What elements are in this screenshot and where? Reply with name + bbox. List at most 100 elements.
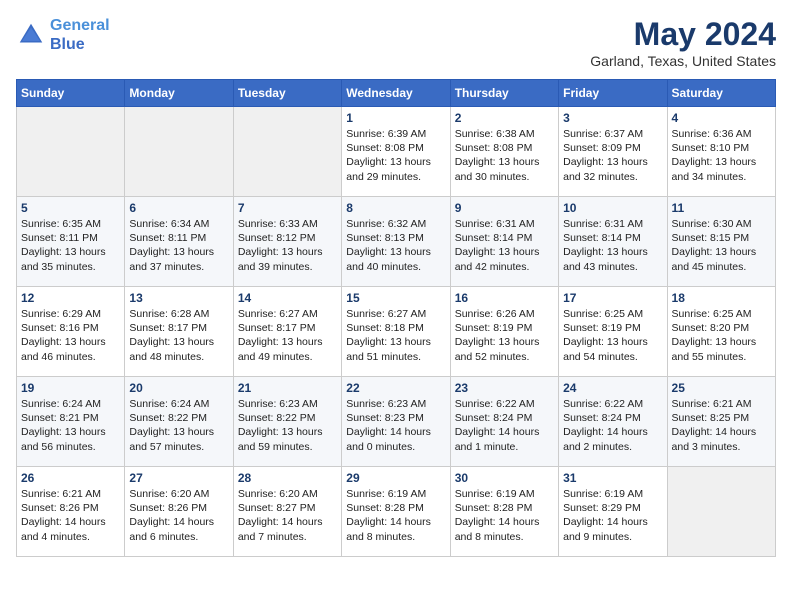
day-cell: 24 Sunrise: 6:22 AMSunset: 8:24 PMDayligh… bbox=[559, 377, 667, 467]
day-info: Sunrise: 6:19 AMSunset: 8:28 PMDaylight:… bbox=[346, 487, 445, 544]
day-number: 19 bbox=[21, 381, 120, 395]
day-cell: 29 Sunrise: 6:19 AMSunset: 8:28 PMDayligh… bbox=[342, 467, 450, 557]
day-cell: 25 Sunrise: 6:21 AMSunset: 8:25 PMDayligh… bbox=[667, 377, 775, 467]
day-number: 25 bbox=[672, 381, 771, 395]
day-number: 15 bbox=[346, 291, 445, 305]
day-number: 16 bbox=[455, 291, 554, 305]
day-cell: 1Sunrise: 6:39 AMSunset: 8:08 PMDaylight… bbox=[342, 107, 450, 197]
day-cell: 10 Sunrise: 6:31 AMSunset: 8:14 PMDayligh… bbox=[559, 197, 667, 287]
day-cell: 16 Sunrise: 6:26 AMSunset: 8:19 PMDayligh… bbox=[450, 287, 558, 377]
day-cell: 8 Sunrise: 6:32 AMSunset: 8:13 PMDaylight… bbox=[342, 197, 450, 287]
logo: General Blue bbox=[16, 16, 110, 54]
day-info: Sunrise: 6:31 AMSunset: 8:14 PMDaylight:… bbox=[455, 217, 554, 274]
calendar-header: SundayMondayTuesdayWednesdayThursdayFrid… bbox=[17, 80, 776, 107]
day-info: Sunrise: 6:30 AMSunset: 8:15 PMDaylight:… bbox=[672, 217, 771, 274]
day-number: 14 bbox=[238, 291, 337, 305]
day-cell: 26 Sunrise: 6:21 AMSunset: 8:26 PMDayligh… bbox=[17, 467, 125, 557]
day-number: 11 bbox=[672, 201, 771, 215]
day-number: 3 bbox=[563, 111, 662, 125]
day-info: Sunrise: 6:23 AMSunset: 8:23 PMDaylight:… bbox=[346, 397, 445, 454]
day-number: 20 bbox=[129, 381, 228, 395]
week-row-3: 12 Sunrise: 6:29 AMSunset: 8:16 PMDayligh… bbox=[17, 287, 776, 377]
day-info: Sunrise: 6:25 AMSunset: 8:19 PMDaylight:… bbox=[563, 307, 662, 364]
day-cell: 30 Sunrise: 6:19 AMSunset: 8:28 PMDayligh… bbox=[450, 467, 558, 557]
week-row-5: 26 Sunrise: 6:21 AMSunset: 8:26 PMDayligh… bbox=[17, 467, 776, 557]
day-info: Sunrise: 6:21 AMSunset: 8:26 PMDaylight:… bbox=[21, 487, 120, 544]
calendar-table: SundayMondayTuesdayWednesdayThursdayFrid… bbox=[16, 79, 776, 557]
day-cell: 17 Sunrise: 6:25 AMSunset: 8:19 PMDayligh… bbox=[559, 287, 667, 377]
day-number: 24 bbox=[563, 381, 662, 395]
day-cell: 19 Sunrise: 6:24 AMSunset: 8:21 PMDayligh… bbox=[17, 377, 125, 467]
week-row-2: 5Sunrise: 6:35 AMSunset: 8:11 PMDaylight… bbox=[17, 197, 776, 287]
page-header: General Blue May 2024 Garland, Texas, Un… bbox=[16, 16, 776, 69]
day-cell bbox=[125, 107, 233, 197]
day-cell: 23 Sunrise: 6:22 AMSunset: 8:24 PMDayligh… bbox=[450, 377, 558, 467]
day-info: Sunrise: 6:19 AMSunset: 8:29 PMDaylight:… bbox=[563, 487, 662, 544]
day-header-sunday: Sunday bbox=[17, 80, 125, 107]
day-cell: 14Sunrise: 6:27 AMSunset: 8:17 PMDayligh… bbox=[233, 287, 341, 377]
day-header-friday: Friday bbox=[559, 80, 667, 107]
day-info: Sunrise: 6:22 AMSunset: 8:24 PMDaylight:… bbox=[455, 397, 554, 454]
day-cell: 4 Sunrise: 6:36 AMSunset: 8:10 PMDaylight… bbox=[667, 107, 775, 197]
day-header-monday: Monday bbox=[125, 80, 233, 107]
day-number: 27 bbox=[129, 471, 228, 485]
day-info: Sunrise: 6:31 AMSunset: 8:14 PMDaylight:… bbox=[563, 217, 662, 274]
day-info: Sunrise: 6:24 AMSunset: 8:22 PMDaylight:… bbox=[129, 397, 228, 454]
logo-text: General Blue bbox=[50, 16, 110, 54]
day-info: Sunrise: 6:28 AMSunset: 8:17 PMDaylight:… bbox=[129, 307, 228, 364]
day-info: Sunrise: 6:34 AMSunset: 8:11 PMDaylight:… bbox=[129, 217, 228, 274]
day-number: 26 bbox=[21, 471, 120, 485]
day-number: 18 bbox=[672, 291, 771, 305]
day-info: Sunrise: 6:29 AMSunset: 8:16 PMDaylight:… bbox=[21, 307, 120, 364]
day-cell: 2 Sunrise: 6:38 AMSunset: 8:08 PMDaylight… bbox=[450, 107, 558, 197]
day-cell: 31 Sunrise: 6:19 AMSunset: 8:29 PMDayligh… bbox=[559, 467, 667, 557]
day-cell: 12 Sunrise: 6:29 AMSunset: 8:16 PMDayligh… bbox=[17, 287, 125, 377]
day-cell: 9 Sunrise: 6:31 AMSunset: 8:14 PMDaylight… bbox=[450, 197, 558, 287]
day-number: 7 bbox=[238, 201, 337, 215]
day-header-wednesday: Wednesday bbox=[342, 80, 450, 107]
day-number: 31 bbox=[563, 471, 662, 485]
day-info: Sunrise: 6:21 AMSunset: 8:25 PMDaylight:… bbox=[672, 397, 771, 454]
logo-icon bbox=[16, 20, 46, 50]
day-info: Sunrise: 6:20 AMSunset: 8:26 PMDaylight:… bbox=[129, 487, 228, 544]
day-info: Sunrise: 6:38 AMSunset: 8:08 PMDaylight:… bbox=[455, 127, 554, 184]
day-cell: 15Sunrise: 6:27 AMSunset: 8:18 PMDayligh… bbox=[342, 287, 450, 377]
day-info: Sunrise: 6:24 AMSunset: 8:21 PMDaylight:… bbox=[21, 397, 120, 454]
day-info: Sunrise: 6:36 AMSunset: 8:10 PMDaylight:… bbox=[672, 127, 771, 184]
day-cell: 6 Sunrise: 6:34 AMSunset: 8:11 PMDaylight… bbox=[125, 197, 233, 287]
main-title: May 2024 bbox=[590, 16, 776, 53]
week-row-1: 1Sunrise: 6:39 AMSunset: 8:08 PMDaylight… bbox=[17, 107, 776, 197]
day-number: 9 bbox=[455, 201, 554, 215]
day-cell bbox=[667, 467, 775, 557]
day-info: Sunrise: 6:32 AMSunset: 8:13 PMDaylight:… bbox=[346, 217, 445, 274]
day-number: 12 bbox=[21, 291, 120, 305]
day-cell: 20 Sunrise: 6:24 AMSunset: 8:22 PMDayligh… bbox=[125, 377, 233, 467]
day-number: 30 bbox=[455, 471, 554, 485]
subtitle: Garland, Texas, United States bbox=[590, 53, 776, 69]
day-number: 17 bbox=[563, 291, 662, 305]
day-number: 22 bbox=[346, 381, 445, 395]
day-cell bbox=[17, 107, 125, 197]
day-info: Sunrise: 6:22 AMSunset: 8:24 PMDaylight:… bbox=[563, 397, 662, 454]
day-info: Sunrise: 6:26 AMSunset: 8:19 PMDaylight:… bbox=[455, 307, 554, 364]
day-number: 21 bbox=[238, 381, 337, 395]
day-number: 4 bbox=[672, 111, 771, 125]
day-info: Sunrise: 6:19 AMSunset: 8:28 PMDaylight:… bbox=[455, 487, 554, 544]
day-number: 13 bbox=[129, 291, 228, 305]
day-cell: 27 Sunrise: 6:20 AMSunset: 8:26 PMDayligh… bbox=[125, 467, 233, 557]
day-cell: 28Sunrise: 6:20 AMSunset: 8:27 PMDayligh… bbox=[233, 467, 341, 557]
day-cell bbox=[233, 107, 341, 197]
day-number: 8 bbox=[346, 201, 445, 215]
day-info: Sunrise: 6:33 AMSunset: 8:12 PMDaylight:… bbox=[238, 217, 337, 274]
day-header-tuesday: Tuesday bbox=[233, 80, 341, 107]
day-cell: 11 Sunrise: 6:30 AMSunset: 8:15 PMDayligh… bbox=[667, 197, 775, 287]
day-header-thursday: Thursday bbox=[450, 80, 558, 107]
day-number: 2 bbox=[455, 111, 554, 125]
day-header-saturday: Saturday bbox=[667, 80, 775, 107]
day-number: 10 bbox=[563, 201, 662, 215]
day-number: 28 bbox=[238, 471, 337, 485]
day-number: 23 bbox=[455, 381, 554, 395]
day-number: 29 bbox=[346, 471, 445, 485]
day-info: Sunrise: 6:37 AMSunset: 8:09 PMDaylight:… bbox=[563, 127, 662, 184]
day-number: 6 bbox=[129, 201, 228, 215]
